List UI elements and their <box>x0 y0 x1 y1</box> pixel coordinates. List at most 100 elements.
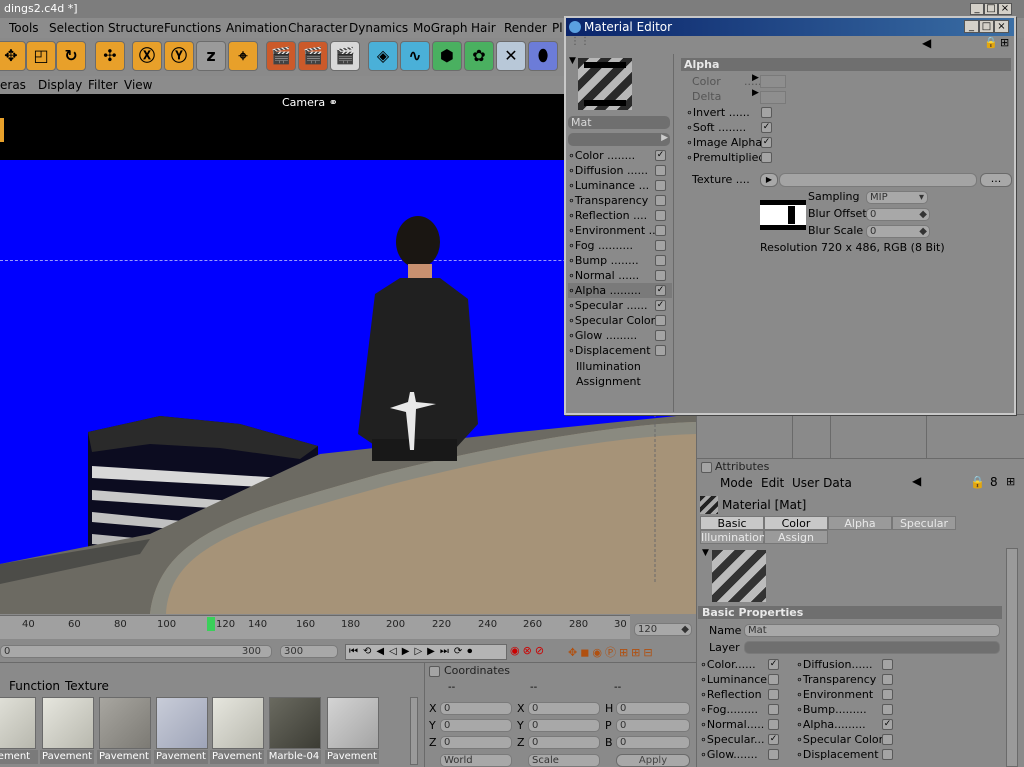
attr-luminance-row[interactable]: ∘Luminance <box>700 672 784 687</box>
attr-reflection-row[interactable]: ∘Reflection <box>700 687 784 702</box>
world-axis-icon[interactable]: ✣ <box>95 41 125 71</box>
menu-animation[interactable]: Animation <box>226 21 287 35</box>
attr-diffusion-row[interactable]: ∘Diffusion...... <box>796 657 896 672</box>
menu-hair[interactable]: Hair <box>471 21 496 35</box>
attr-glow-row[interactable]: ∘Glow....... <box>700 747 784 762</box>
channel-specular[interactable]: ∘Specular ...... ✓ <box>568 298 672 313</box>
attr-menu-mode[interactable]: Mode <box>720 476 753 490</box>
attr-specular-row[interactable]: ∘Specular... ✓ <box>700 732 784 747</box>
playback-controls[interactable]: ⏮⟲◀◁▶▷▶⏭⟳⏺ <box>345 644 507 660</box>
channel-normal[interactable]: ∘Normal ...... <box>568 268 672 283</box>
y-axis-lock-icon[interactable]: Ⓨ <box>164 41 194 71</box>
position-z-field[interactable]: 0 <box>440 736 512 749</box>
attr-normal-row[interactable]: ∘Normal..... <box>700 717 784 732</box>
blur-scale-field[interactable]: 0 ◆ <box>866 225 930 238</box>
attr-bump-row[interactable]: ∘Bump......... <box>796 702 896 717</box>
me-expand-icon[interactable]: ⊞ <box>1000 36 1009 49</box>
me-preview-menu-icon[interactable]: ▼ <box>569 56 576 66</box>
alpha-delta-expand-icon[interactable]: ▶ <box>752 88 759 98</box>
x-axis-lock-icon[interactable]: Ⓧ <box>132 41 162 71</box>
rotation-h-field[interactable]: 0 <box>616 702 690 715</box>
mm-menu-function[interactable]: Function <box>9 679 60 693</box>
attr-alpha-row[interactable]: ∘Alpha......... ✓ <box>796 717 896 732</box>
me-assignment[interactable]: Assignment <box>576 375 641 388</box>
position-y-field[interactable]: 0 <box>440 719 512 732</box>
menu-render[interactable]: Render <box>504 21 547 35</box>
material-thumb[interactable] <box>327 697 379 749</box>
attr-specular-color-row[interactable]: ∘Specular Color <box>796 732 896 747</box>
menu-structure[interactable]: Structure <box>108 21 164 35</box>
attr-environment-row[interactable]: ∘Environment <box>796 687 896 702</box>
viewport-menu-filter[interactable]: Filter <box>88 78 118 92</box>
size-y-field[interactable]: 0 <box>528 719 600 732</box>
render-view-icon[interactable]: 🎬 <box>266 41 296 71</box>
me-lock-icon[interactable]: 🔒 <box>984 36 998 49</box>
attr-fog-row[interactable]: ∘Fog......... <box>700 702 784 717</box>
maximize-icon[interactable]: □ <box>984 3 998 15</box>
material-editor-titlebar[interactable]: Material Editor <box>566 18 1014 36</box>
texture-path-field[interactable] <box>779 173 977 187</box>
tab-specular[interactable]: Specular <box>892 516 956 530</box>
channel-specular-color[interactable]: ∘Specular Color <box>568 313 672 328</box>
scale-tool-icon[interactable]: ◰ <box>26 41 56 71</box>
channel-bump[interactable]: ∘Bump ........ <box>568 253 672 268</box>
me-back-arrow-icon[interactable]: ◀ <box>922 36 931 50</box>
blur-offset-field[interactable]: 0 ◆ <box>866 208 930 221</box>
expand-icon[interactable]: ⊞ <box>1006 475 1015 488</box>
timeline-playhead[interactable] <box>207 617 215 631</box>
menu-selection[interactable]: Selection <box>49 21 104 35</box>
viewport-menu-cameras[interactable]: eras <box>0 78 26 92</box>
nurbs-icon[interactable]: ⬢ <box>432 41 462 71</box>
channel-reflection[interactable]: ∘Reflection .... <box>568 208 672 223</box>
attributes-scrollbar[interactable] <box>1006 548 1018 767</box>
environment-icon[interactable]: ⬮ <box>528 41 558 71</box>
alpha-delta-swatch[interactable] <box>760 91 786 104</box>
menu-functions[interactable]: Functions <box>164 21 221 35</box>
size-x-field[interactable]: 0 <box>528 702 600 715</box>
attributes-toggle[interactable] <box>701 462 712 473</box>
current-frame-field[interactable]: 120 ◆ <box>634 623 692 636</box>
tab-illumination[interactable]: Illumination <box>700 530 766 544</box>
channel-displacement[interactable]: ∘Displacement <box>568 343 672 358</box>
material-thumb[interactable] <box>42 697 94 749</box>
me-close-icon[interactable]: × <box>994 20 1009 33</box>
attr-menu-edit[interactable]: Edit <box>761 476 784 490</box>
material-thumb[interactable] <box>212 697 264 749</box>
me-material-dropdown[interactable]: ▶ <box>568 133 670 146</box>
channel-transparency[interactable]: ∘Transparency <box>568 193 672 208</box>
rotate-tool-icon[interactable]: ↻ <box>56 41 86 71</box>
channel-glow[interactable]: ∘Glow ......... <box>568 328 672 343</box>
move-tool-icon[interactable]: ✥ <box>0 41 26 71</box>
channel-environment[interactable]: ∘Environment .. <box>568 223 672 238</box>
tab-basic[interactable]: Basic <box>700 516 764 530</box>
menu-character[interactable]: Character <box>288 21 347 35</box>
name-field[interactable]: Mat <box>744 624 1000 637</box>
menu-mograph[interactable]: MoGraph <box>413 21 468 35</box>
texture-browse-button[interactable]: ... <box>980 173 1012 187</box>
channel-diffusion[interactable]: ∘Diffusion ...... <box>568 163 672 178</box>
record-key-buttons[interactable]: ◉⊗⊘ <box>510 644 568 660</box>
z-axis-lock-icon[interactable]: z <box>196 41 226 71</box>
deformer-icon[interactable]: ✕ <box>496 41 526 71</box>
coordinates-toggle[interactable] <box>429 666 440 677</box>
collapse-arrow-icon[interactable]: ▼ <box>702 548 709 558</box>
link-icon[interactable]: 8 <box>990 475 998 489</box>
attr-transparency-row[interactable]: ∘Transparency <box>796 672 896 687</box>
me-material-preview[interactable] <box>578 58 632 110</box>
spline-icon[interactable]: ∿ <box>400 41 430 71</box>
texture-preview[interactable] <box>760 200 806 230</box>
mm-menu-texture[interactable]: Texture <box>65 679 109 693</box>
menu-tools[interactable]: Tools <box>9 21 39 35</box>
array-icon[interactable]: ✿ <box>464 41 494 71</box>
rotation-b-field[interactable]: 0 <box>616 736 690 749</box>
sampling-select[interactable]: MIP ▾ <box>866 191 928 204</box>
menu-dynamics[interactable]: Dynamics <box>349 21 408 35</box>
close-icon[interactable]: × <box>998 3 1012 15</box>
render-settings-icon[interactable]: 🎬 <box>330 41 360 71</box>
back-arrow-icon[interactable]: ◀ <box>912 474 921 488</box>
material-thumb[interactable] <box>156 697 208 749</box>
end-frame-field[interactable]: 300 <box>280 645 338 658</box>
position-x-field[interactable]: 0 <box>440 702 512 715</box>
attr-menu-userdata[interactable]: User Data <box>792 476 852 490</box>
viewport-menu-display[interactable]: Display <box>38 78 82 92</box>
